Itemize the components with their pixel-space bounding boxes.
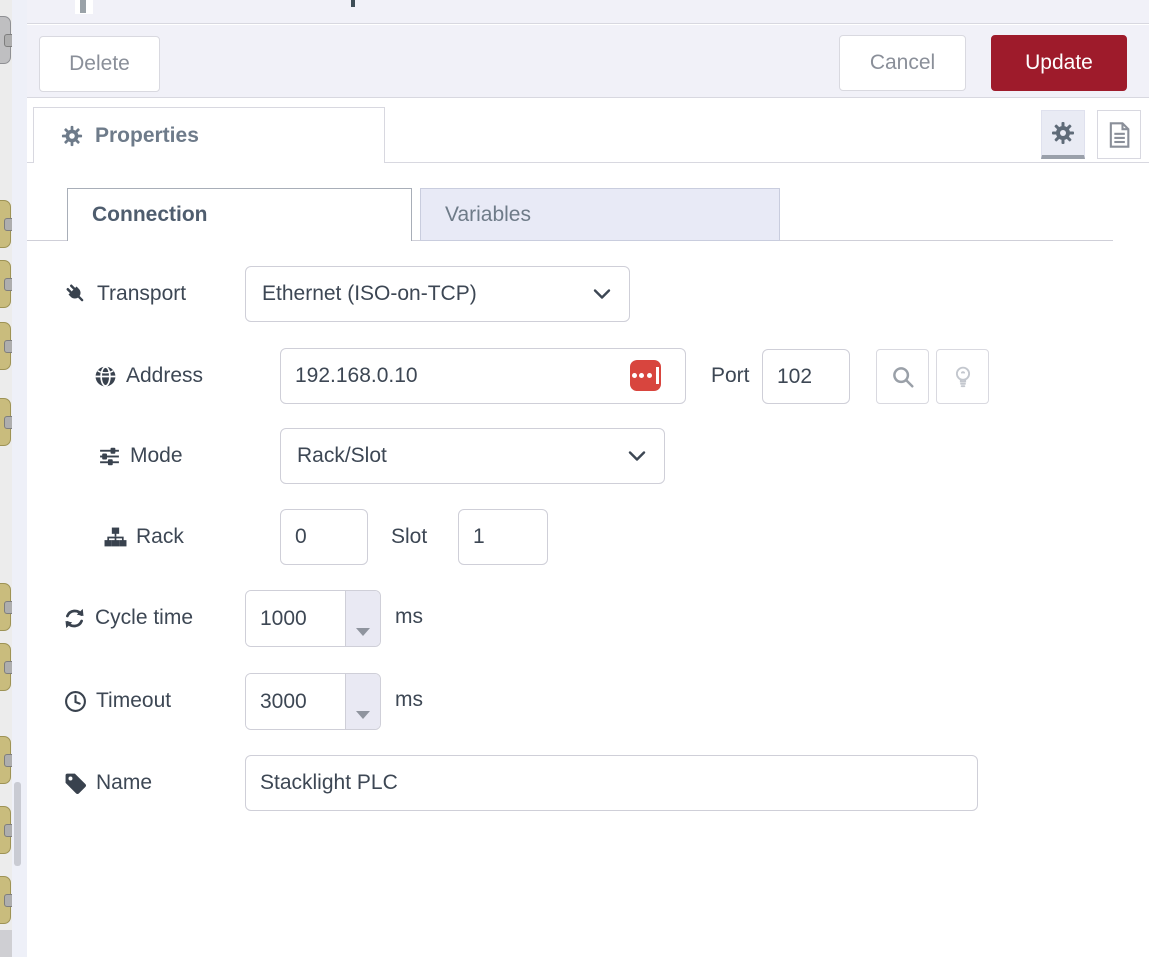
- port-nub: [4, 824, 12, 837]
- password-manager-icon[interactable]: [630, 360, 661, 391]
- timeout-input[interactable]: [246, 674, 345, 729]
- rack-label-text: Rack: [136, 525, 184, 549]
- sitemap-icon: [104, 527, 127, 548]
- cancel-button[interactable]: Cancel: [839, 35, 966, 91]
- palette-node: [0, 643, 11, 691]
- hint-button[interactable]: [936, 349, 989, 404]
- properties-tab-label: Properties: [95, 124, 199, 148]
- dialog-button-bar: [27, 25, 1149, 98]
- spinner-buttons: [345, 591, 380, 646]
- palette-strip: [0, 0, 12, 957]
- palette-node: [0, 736, 11, 784]
- globe-icon: [94, 365, 117, 388]
- tab-connection-label: Connection: [92, 203, 208, 227]
- port-nub: [4, 601, 12, 614]
- port-nub: [4, 754, 12, 767]
- cycle-time-label-text: Cycle time: [95, 606, 193, 630]
- port-input[interactable]: [762, 349, 850, 404]
- cycle-time-unit: ms: [395, 605, 423, 629]
- port-nub: [4, 661, 12, 674]
- transport-label-text: Transport: [97, 282, 186, 306]
- document-icon: [1106, 121, 1132, 149]
- port-label-text: Port: [711, 364, 750, 388]
- tab-variables[interactable]: Variables: [420, 188, 780, 241]
- transport-select-value: Ethernet (ISO-on-TCP): [262, 282, 477, 306]
- name-label-text: Name: [96, 771, 152, 795]
- address-label-text: Address: [126, 364, 203, 388]
- scrollbar-thumb[interactable]: [14, 782, 21, 866]
- dialog-top-strip: [27, 0, 1149, 24]
- port-label: Port: [711, 361, 750, 391]
- spinner-up-button[interactable]: [346, 591, 380, 619]
- palette-footer: [0, 930, 12, 957]
- spinner-up-button[interactable]: [346, 674, 380, 702]
- slot-label-text: Slot: [391, 525, 427, 549]
- sliders-icon: [98, 445, 121, 468]
- spinner-down-button[interactable]: [346, 702, 380, 730]
- name-input[interactable]: [245, 755, 978, 811]
- rack-label: Rack: [104, 522, 184, 552]
- lightbulb-icon: [952, 365, 974, 389]
- rack-input[interactable]: [280, 509, 368, 565]
- port-nub: [4, 416, 12, 429]
- timeout-unit: ms: [395, 688, 423, 712]
- tab-connection[interactable]: Connection: [67, 188, 412, 241]
- address-label: Address: [94, 361, 203, 391]
- cycle-time-label: Cycle time: [63, 603, 193, 633]
- transport-label: Transport: [64, 279, 186, 309]
- chevron-down-icon: [628, 450, 646, 462]
- title-artifact: [80, 0, 86, 13]
- update-button[interactable]: Update: [991, 35, 1127, 91]
- tab-variables-label: Variables: [445, 203, 531, 227]
- slot-input[interactable]: [458, 509, 548, 565]
- node-red-edit-tray: Delete Cancel Update: [0, 0, 1149, 957]
- port-nub: [4, 894, 12, 907]
- palette-node: [0, 398, 11, 446]
- port-nub: [4, 34, 12, 47]
- port-nub: [4, 340, 12, 353]
- palette-node: [0, 806, 11, 854]
- search-icon: [891, 365, 915, 389]
- edit-description-button[interactable]: [1097, 110, 1141, 159]
- refresh-icon: [63, 607, 86, 630]
- gear-icon: [61, 125, 83, 147]
- title-artifact: [351, 0, 355, 7]
- plug-icon: [64, 282, 88, 306]
- gear-icon: [1051, 121, 1075, 145]
- spinner-down-button[interactable]: [346, 619, 380, 647]
- cycle-time-spinner: [245, 590, 381, 647]
- spinner-buttons: [345, 674, 380, 729]
- timeout-label-text: Timeout: [96, 689, 171, 713]
- address-input[interactable]: [280, 348, 686, 404]
- properties-tab[interactable]: Properties: [33, 107, 385, 163]
- palette-node: [0, 583, 11, 631]
- mode-select[interactable]: Rack/Slot: [280, 428, 665, 484]
- timeout-spinner: [245, 673, 381, 730]
- port-nub: [4, 218, 12, 231]
- slot-label: Slot: [391, 522, 427, 552]
- lookup-button[interactable]: [876, 349, 929, 404]
- clock-icon: [64, 690, 87, 713]
- delete-button[interactable]: Delete: [39, 36, 160, 92]
- tag-icon: [64, 772, 87, 795]
- timeout-label: Timeout: [64, 686, 171, 716]
- port-nub: [4, 278, 12, 291]
- edit-properties-button[interactable]: [1041, 110, 1085, 159]
- transport-select[interactable]: Ethernet (ISO-on-TCP): [245, 266, 630, 322]
- palette-node: [0, 876, 11, 924]
- chevron-down-icon: [593, 288, 611, 300]
- mode-select-value: Rack/Slot: [297, 444, 387, 468]
- mode-label: Mode: [98, 441, 183, 471]
- palette-node: [0, 200, 11, 248]
- palette-node: [0, 322, 11, 370]
- cycle-time-input[interactable]: [246, 591, 345, 646]
- palette-node: [0, 260, 11, 308]
- mode-label-text: Mode: [130, 444, 183, 468]
- name-label: Name: [64, 768, 152, 798]
- palette-node: [0, 16, 11, 64]
